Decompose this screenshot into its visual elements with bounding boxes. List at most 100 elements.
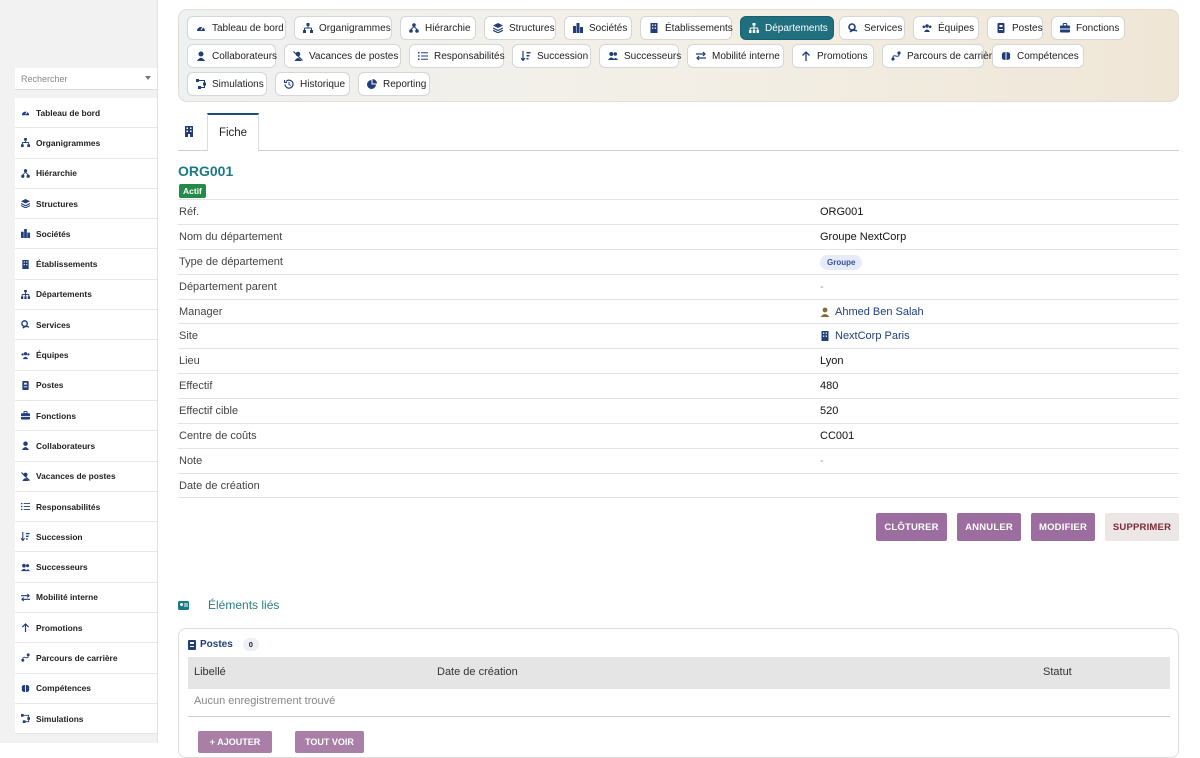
nav-list-button[interactable]: Responsabilités <box>409 44 505 68</box>
field-label: Effectif cible <box>179 405 239 418</box>
postes-count-badge: 0 <box>242 638 259 651</box>
sidebar-item-city[interactable]: Sociétés <box>15 219 157 250</box>
brain-icon <box>21 684 30 693</box>
column-header-date-creation[interactable]: Date de création <box>437 666 518 678</box>
user-icon <box>196 51 206 61</box>
cancel-button[interactable]: ANNULER <box>957 513 1021 541</box>
sidebar-item-services[interactable]: Services <box>15 310 157 341</box>
postes-card-header: Postes 0 <box>188 638 259 651</box>
nav-user-button[interactable]: Collaborateurs <box>187 44 278 68</box>
badge-icon <box>996 23 1006 33</box>
nav-button-label: Structures <box>509 22 555 34</box>
caret-down-icon <box>145 76 151 80</box>
tab-fiche[interactable]: Fiche <box>207 113 259 151</box>
nav-pie-chart-button[interactable]: Reporting <box>358 72 430 96</box>
flow-icon <box>196 79 206 89</box>
linked-elements-title: Éléments liés <box>208 598 280 612</box>
badge-icon <box>188 639 196 650</box>
nav-brain-button[interactable]: Compétences <box>992 44 1084 68</box>
manager-link[interactable]: Ahmed Ben Salah <box>820 306 924 318</box>
field-label: Note <box>179 454 203 467</box>
sidebar-item-label: Compétences <box>36 683 91 694</box>
add-button[interactable]: + AJOUTER <box>198 731 272 753</box>
sidebar-item-flow[interactable]: Simulations <box>15 703 157 735</box>
org-chart-icon <box>21 138 30 148</box>
sidebar-item-label: Successeurs <box>36 562 88 573</box>
edit-button[interactable]: MODIFIER <box>1031 513 1095 541</box>
site-link[interactable]: NextCorp Paris <box>820 330 910 342</box>
nav-button-label: Services <box>864 22 903 34</box>
sidebar-item-label: Équipes <box>36 350 69 361</box>
arrow-up-icon <box>801 51 811 61</box>
nav-arrow-up-button[interactable]: Promotions <box>792 44 874 68</box>
nav-flow-button[interactable]: Simulations <box>187 72 267 96</box>
sidebar-item-team[interactable]: Équipes <box>15 340 157 371</box>
nav-hierarchy-button[interactable]: Hiérarchie <box>400 16 476 40</box>
close-button[interactable]: CLÔTURER <box>876 513 947 541</box>
nav-button-label: Collaborateurs <box>212 50 278 62</box>
nav-badge-button[interactable]: Postes <box>987 16 1043 40</box>
sidebar-item-layers[interactable]: Structures <box>15 188 157 220</box>
linked-elements-header: Éléments liés <box>178 598 279 612</box>
empty-table-message: Aucun enregistrement trouvé <box>188 689 1170 717</box>
field-value: Groupe <box>820 254 863 270</box>
sidebar-item-route[interactable]: Parcours de carrière <box>15 643 157 674</box>
nav-layers-button[interactable]: Structures <box>484 16 556 40</box>
sidebar-item-label: Sociétés <box>36 228 71 239</box>
sidebar-item-badge[interactable]: Postes <box>15 370 157 401</box>
sidebar-item-arrow-up[interactable]: Promotions <box>15 613 157 644</box>
sidebar-item-sort[interactable]: Succession <box>15 522 157 553</box>
building-icon[interactable] <box>184 126 194 137</box>
nav-sort-button[interactable]: Succession <box>512 44 591 68</box>
field-label: Type de département <box>179 255 283 268</box>
sidebar-search-select[interactable]: Rechercher <box>15 68 157 90</box>
sidebar-item-user-slash[interactable]: Vacances de postes <box>15 461 157 492</box>
dashboard-icon <box>196 23 206 33</box>
nav-route-button[interactable]: Parcours de carrière <box>882 44 998 68</box>
sidebar-item-sitemap[interactable]: Départements <box>15 279 157 311</box>
field-value: ORG001 <box>820 206 864 218</box>
hierarchy-icon <box>409 23 419 33</box>
nav-sitemap-button[interactable]: Départements <box>740 16 834 40</box>
nav-services-button[interactable]: Services <box>839 16 905 40</box>
sidebar-item-user[interactable]: Collaborateurs <box>15 431 157 462</box>
postes-card-title: Postes <box>200 639 233 650</box>
nav-button-label: Postes <box>1012 22 1043 34</box>
nav-history-button[interactable]: Historique <box>275 72 350 96</box>
nav-building-button[interactable]: Établissements <box>640 16 733 40</box>
sidebar-item-briefcase[interactable]: Fonctions <box>15 400 157 432</box>
sidebar-item-users[interactable]: Successeurs <box>15 552 157 583</box>
record-fields: Réf. ORG001 Nom du département Groupe NextC… <box>178 199 1179 498</box>
nav-briefcase-button[interactable]: Fonctions <box>1051 16 1125 40</box>
nav-dashboard-button[interactable]: Tableau de bord <box>187 16 286 40</box>
field-value: - <box>820 280 824 293</box>
sidebar-item-list[interactable]: Responsabilités <box>15 491 157 523</box>
org-chart-icon <box>303 23 313 33</box>
nav-org-chart-button[interactable]: Organigrammes <box>294 16 392 40</box>
sidebar-item-label: Hiérarchie <box>36 168 77 179</box>
module-navigation: Tableau de bord Organigrammes Hiérarchie St… <box>178 9 1179 102</box>
nav-city-button[interactable]: Sociétés <box>564 16 632 40</box>
column-header-libelle[interactable]: Libellé <box>194 666 226 678</box>
nav-button-label: Sociétés <box>589 22 628 34</box>
badge-icon <box>21 380 30 390</box>
nav-users-button[interactable]: Successeurs <box>599 44 681 68</box>
sidebar-item-building[interactable]: Établissements <box>15 249 157 280</box>
nav-exchange-button[interactable]: Mobilité interne <box>687 44 784 68</box>
sidebar-item-dashboard[interactable]: Tableau de bord <box>15 98 157 129</box>
sidebar-item-org-chart[interactable]: Organigrammes <box>15 128 157 159</box>
hierarchy-icon <box>21 168 30 178</box>
field-row: Effectif 480 <box>178 373 1179 398</box>
sidebar-item-hierarchy[interactable]: Hiérarchie <box>15 158 157 189</box>
column-header-statut[interactable]: Statut <box>1043 666 1072 678</box>
sidebar-item-brain[interactable]: Compétences <box>15 673 157 704</box>
sidebar-item-exchange[interactable]: Mobilité interne <box>15 582 157 614</box>
table-header: Libellé Date de création Statut <box>188 657 1170 689</box>
delete-button[interactable]: SUPPRIMER <box>1105 513 1179 541</box>
arrow-up-icon <box>21 623 30 633</box>
field-label: Site <box>179 330 198 343</box>
nav-user-slash-button[interactable]: Vacances de postes <box>284 44 401 68</box>
view-all-button[interactable]: TOUT VOIR <box>295 731 364 753</box>
nav-team-button[interactable]: Équipes <box>913 16 979 40</box>
department-type-badge: Groupe <box>820 254 863 270</box>
